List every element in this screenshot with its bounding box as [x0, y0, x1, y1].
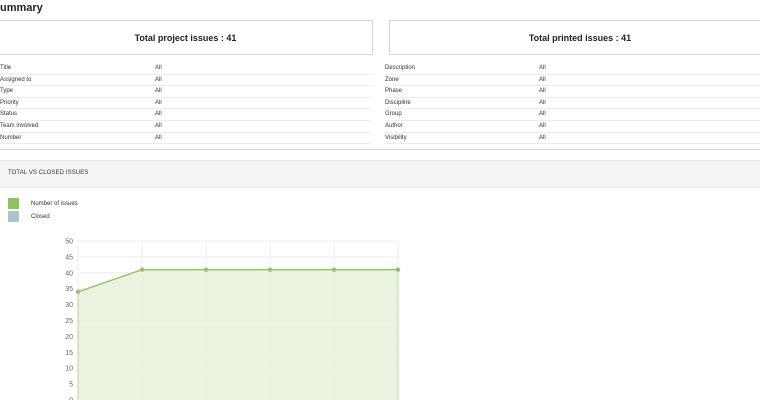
legend-swatch-closed	[8, 211, 19, 222]
filter-value: All	[539, 65, 546, 71]
filter-row: Title All	[0, 63, 372, 75]
total-printed-issues-label: Total printed issues : 41	[528, 32, 632, 43]
page-title: ummary	[0, 2, 43, 14]
legend-swatch-number-of-issues	[8, 198, 19, 209]
y-tick-label: 40	[65, 270, 73, 277]
filter-label: Title	[0, 65, 12, 71]
filter-value: All	[155, 122, 162, 129]
filter-row: Priority All	[0, 98, 372, 110]
chart-panel-title: TOTAL VS CLOSED ISSUES	[8, 170, 89, 176]
filter-label: Number	[0, 134, 22, 141]
y-tick-label: 25	[65, 318, 73, 325]
series-area-number-of-issues	[78, 269, 398, 400]
y-tick-label: 5	[69, 382, 73, 389]
filter-label: Author	[385, 122, 403, 129]
legend-label-number-of-issues: Number of issues	[31, 200, 78, 207]
filter-value: All	[539, 111, 546, 118]
filter-row: Description All	[385, 63, 760, 75]
filter-value: All	[539, 122, 546, 129]
total-project-issues-box: Total project issues : 41	[0, 20, 373, 55]
filter-row: Team involved All	[0, 121, 372, 133]
filter-row: Phase All	[385, 86, 760, 98]
filter-value: All	[539, 76, 546, 83]
filters-left-table: Title All Assigned to All Type All Priority All…	[0, 63, 372, 145]
filter-label: Discipline	[385, 99, 411, 106]
filter-label: Visibility	[385, 134, 407, 141]
filter-value: All	[539, 99, 546, 106]
y-tick-label: 35	[65, 286, 73, 293]
data-point	[331, 267, 337, 272]
filter-row: Visibility All	[385, 133, 760, 145]
filter-row: Discipline All	[385, 98, 760, 110]
section-divider	[0, 149, 760, 150]
filter-row: Assigned to All	[0, 75, 372, 87]
total-printed-issues-box: Total printed issues : 41	[389, 20, 760, 55]
y-tick-label: 45	[65, 254, 73, 261]
data-point	[395, 267, 401, 272]
filter-value: All	[539, 134, 546, 141]
filter-value: All	[155, 134, 162, 141]
filter-label: Status	[0, 111, 18, 118]
filter-label: Priority	[0, 99, 19, 106]
legend-item-closed[interactable]: Closed	[8, 210, 78, 223]
filter-value: All	[155, 88, 162, 95]
filter-row: Type All	[0, 86, 372, 98]
filter-row: Group All	[385, 109, 760, 121]
filter-label: Description	[385, 65, 416, 71]
legend-label-closed: Closed	[31, 213, 50, 220]
filter-label: Phase	[385, 88, 403, 95]
data-point	[75, 289, 81, 295]
filter-value: All	[155, 111, 162, 118]
filters-right-table: Description All Zone All Phase All Discipline A…	[385, 63, 760, 145]
filter-label: Zone	[385, 76, 399, 83]
filter-row: Status All	[0, 109, 372, 121]
legend-item-number-of-issues[interactable]: Number of issues	[8, 197, 78, 210]
data-point	[267, 267, 273, 272]
total-vs-closed-chart: 05101520253035404550	[65, 239, 401, 400]
filter-value: All	[155, 99, 162, 106]
chart-panel-header: TOTAL VS CLOSED ISSUES	[0, 160, 760, 188]
filter-row: Zone All	[385, 75, 760, 87]
filter-label: Group	[385, 111, 402, 118]
total-project-issues-label: Total project issues : 41	[134, 32, 237, 43]
y-tick-label: 20	[65, 334, 73, 341]
data-point	[139, 267, 145, 272]
filter-value: All	[539, 88, 546, 95]
filter-label: Assigned to	[0, 76, 32, 83]
filter-label: Team involved	[0, 122, 39, 129]
filter-row: Number All	[0, 133, 372, 145]
y-tick-label: 50	[65, 239, 73, 246]
filter-label: Type	[0, 88, 14, 95]
filter-value: All	[155, 65, 162, 71]
y-tick-label: 30	[65, 302, 73, 309]
chart-legend: Number of issues Closed	[8, 197, 78, 223]
y-tick-label: 10	[65, 366, 73, 373]
filter-row: Author All	[385, 121, 760, 133]
y-tick-label: 15	[65, 350, 73, 357]
filter-value: All	[155, 76, 162, 83]
data-point	[203, 267, 209, 272]
